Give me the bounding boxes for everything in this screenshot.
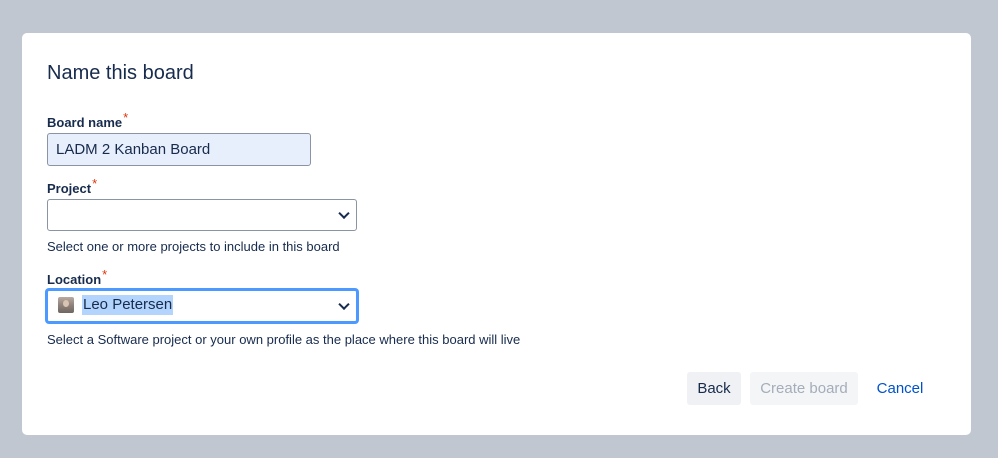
required-asterisk: * bbox=[102, 267, 108, 282]
project-select[interactable] bbox=[47, 199, 357, 231]
required-asterisk: * bbox=[123, 110, 129, 125]
board-name-input[interactable] bbox=[47, 133, 311, 166]
chevron-down-icon bbox=[338, 298, 350, 311]
location-selected-value: Leo Petersen bbox=[82, 295, 174, 315]
project-label: Project* bbox=[47, 176, 97, 196]
board-name-label-text: Board name bbox=[47, 115, 123, 130]
project-label-text: Project bbox=[47, 181, 92, 196]
back-button[interactable]: Back bbox=[687, 372, 741, 405]
cancel-button[interactable]: Cancel bbox=[869, 372, 931, 405]
dialog-title: Name this board bbox=[47, 62, 194, 84]
create-board-button[interactable]: Create board bbox=[750, 372, 858, 405]
user-avatar-icon bbox=[58, 297, 74, 313]
project-help-text: Select one or more projects to include i… bbox=[47, 239, 340, 254]
location-help-text: Select a Software project or your own pr… bbox=[47, 332, 521, 347]
required-asterisk: * bbox=[92, 176, 98, 191]
location-label-text: Location bbox=[47, 272, 102, 287]
location-select[interactable]: Leo Petersen bbox=[46, 289, 358, 323]
create-board-dialog: Name this board Board name* Project* Sel… bbox=[22, 33, 971, 435]
location-label: Location* bbox=[47, 267, 107, 287]
chevron-down-icon bbox=[338, 207, 350, 220]
board-name-label: Board name* bbox=[47, 110, 128, 130]
